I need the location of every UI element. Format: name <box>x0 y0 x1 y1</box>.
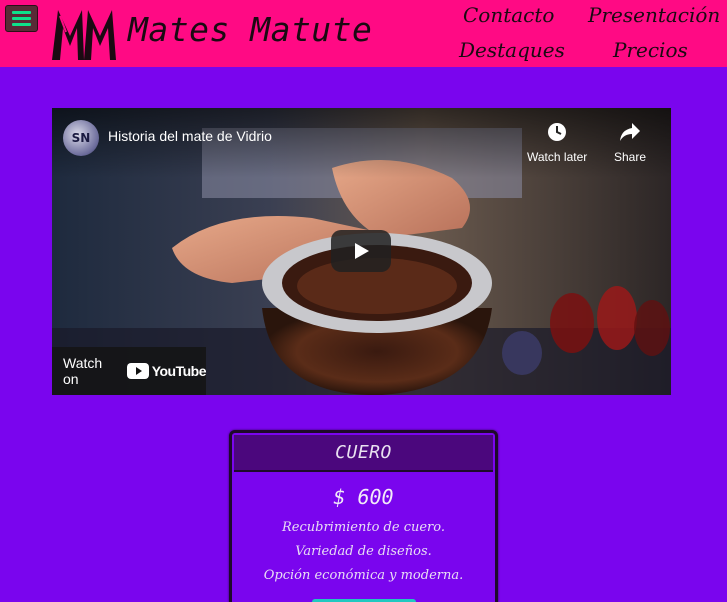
play-button[interactable] <box>331 230 391 272</box>
share-label: Share <box>614 150 647 164</box>
youtube-video-embed[interactable]: SN Historia del mate de Vidrio Watch lat… <box>52 108 671 395</box>
pricing-card-title: CUERO <box>335 442 392 463</box>
feature-item: Recubrimiento de cuero. <box>281 520 445 535</box>
pricing-card: CUERO $ 600 Recubrimiento de cuero. Vari… <box>229 430 498 602</box>
watch-later-label: Watch later <box>527 150 588 164</box>
nav-presentacion[interactable]: Presentación <box>588 3 720 27</box>
site-header: Mates Matute Contacto Presentación Desta… <box>0 0 727 67</box>
menu-bar-icon <box>12 11 31 14</box>
menu-bar-icon <box>12 17 31 20</box>
youtube-wordmark: YouTube <box>151 363 207 379</box>
channel-avatar[interactable]: SN <box>63 120 99 156</box>
watch-on-youtube-button[interactable]: Watch on YouTube <box>52 347 207 395</box>
nav-contacto[interactable]: Contacto <box>463 3 554 27</box>
play-icon <box>355 243 369 259</box>
watch-on-label: Watch on <box>63 355 103 387</box>
menu-bar-icon <box>12 23 31 26</box>
share-button[interactable]: Share <box>614 120 646 164</box>
nav-destaques[interactable]: Destaques <box>459 38 565 62</box>
hamburger-menu-button[interactable] <box>5 5 38 32</box>
video-title[interactable]: Historia del mate de Vidrio <box>108 128 272 144</box>
youtube-logo-icon: YouTube <box>126 363 207 379</box>
feature-item: Opción económica y moderna. <box>263 568 464 583</box>
nav-precios[interactable]: Precios <box>613 38 688 62</box>
watch-later-button[interactable]: Watch later <box>527 120 587 164</box>
clock-icon <box>544 120 570 144</box>
mm-logo-icon[interactable] <box>50 6 118 62</box>
feature-item: Variedad de diseños. <box>295 544 432 559</box>
pricing-card-header: CUERO <box>234 435 493 472</box>
brand-name[interactable]: Mates Matute <box>128 10 372 49</box>
share-arrow-icon <box>617 120 643 144</box>
price-label: $ 600 <box>333 485 394 509</box>
